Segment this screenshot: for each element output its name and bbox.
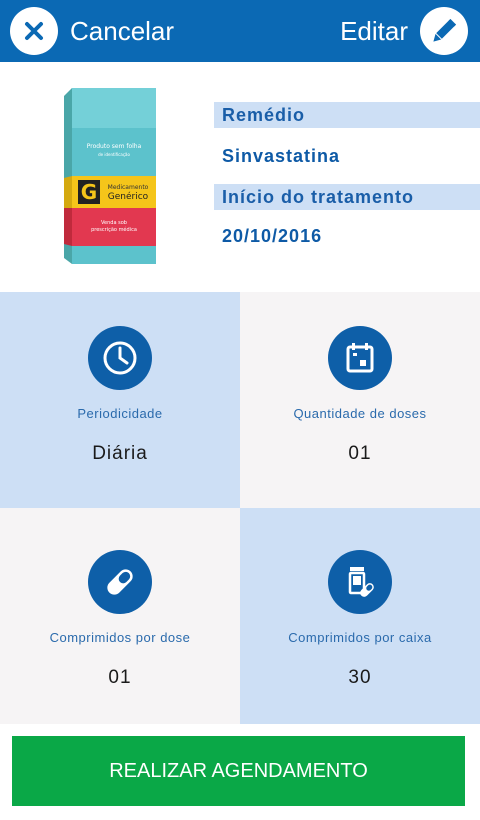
svg-text:de identificação: de identificação [98, 152, 130, 157]
close-icon [10, 7, 58, 55]
frequency-tile[interactable]: Periodicidade Diária [0, 292, 240, 508]
pills-per-dose-tile[interactable]: Comprimidos por dose 01 [0, 508, 240, 724]
svg-text:Genérico: Genérico [108, 191, 149, 202]
dose-count-label: Quantidade de doses [293, 406, 427, 421]
svg-text:Venda sob: Venda sob [101, 220, 127, 226]
medication-info: Remédio Sinvastatina Início do tratament… [214, 102, 480, 262]
pills-per-dose-label: Comprimidos por dose [49, 630, 191, 645]
svg-text:prescrição médica: prescrição médica [91, 226, 137, 233]
pills-per-box-tile[interactable]: Comprimidos por caixa 30 [240, 508, 480, 724]
drug-label: Remédio [214, 102, 480, 128]
frequency-value: Diária [92, 443, 148, 464]
pill-icon [88, 550, 152, 614]
start-date-value: 20/10/2016 [222, 226, 323, 246]
svg-text:G: G [81, 180, 97, 204]
svg-text:Produto sem folha: Produto sem folha [87, 143, 142, 150]
schedule-button[interactable]: REALIZAR AGENDAMENTO [12, 736, 465, 806]
cancel-label: Cancelar [70, 15, 175, 46]
calendar-icon [328, 326, 392, 390]
edit-label: Editar [340, 15, 408, 46]
pills-per-box-label: Comprimidos por caixa [288, 630, 432, 645]
start-date-label: Início do tratamento [214, 184, 480, 210]
frequency-label: Periodicidade [77, 406, 163, 421]
cancel-button[interactable]: Cancelar [10, 0, 174, 62]
pencil-icon [420, 7, 468, 55]
edit-button[interactable]: Editar [340, 0, 468, 62]
dose-count-tile[interactable]: Quantidade de doses 01 [240, 292, 480, 508]
clock-icon [88, 326, 152, 390]
svg-text:Medicamento: Medicamento [108, 184, 149, 191]
pills-per-dose-value: 01 [108, 667, 132, 688]
dose-count-value: 01 [348, 443, 372, 464]
drug-value: Sinvastatina [222, 146, 341, 166]
top-bar: Cancelar Editar [0, 0, 480, 62]
medicine-package-image: Produto sem folha de identificação G Med… [60, 86, 160, 266]
pill-box-icon [328, 550, 392, 614]
pills-per-box-value: 30 [348, 667, 372, 688]
